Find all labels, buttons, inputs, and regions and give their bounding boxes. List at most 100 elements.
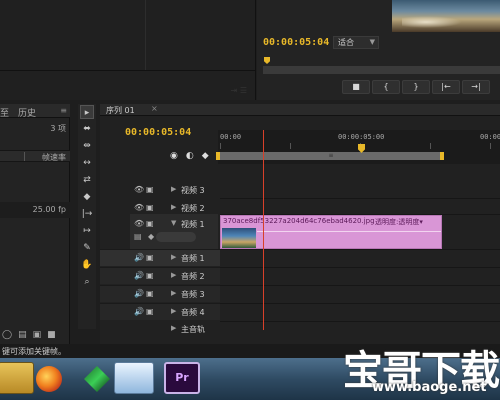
film-icon: ▣: [146, 219, 154, 228]
audio-icon: ▣: [146, 271, 154, 280]
track-audio-4[interactable]: 🔊 ▣ ▶ 音频 4: [100, 303, 220, 320]
ruler-tick: [430, 143, 431, 149]
column-frame-rate[interactable]: 帧速率: [42, 152, 66, 163]
speaker-icon[interactable]: 🔊: [134, 271, 144, 280]
rate-stretch-tool-icon[interactable]: ⇄: [80, 173, 94, 187]
add-marker-icon[interactable]: ◐: [186, 151, 194, 161]
tab-sequence-01[interactable]: 序列 01: [106, 105, 135, 116]
go-to-in-button[interactable]: |←: [432, 80, 460, 94]
hand-tool-icon[interactable]: ✋: [80, 258, 94, 272]
opacity-rubber-band[interactable]: [257, 231, 441, 232]
track-master[interactable]: ▶ 主音轨: [100, 321, 220, 338]
track-label: 主音轨: [181, 325, 205, 334]
ruler-label: 00:00: [480, 133, 500, 141]
speaker-icon[interactable]: 🔊: [134, 253, 144, 262]
panel-divider: [145, 0, 146, 70]
list-item[interactable]: 25.00 fp: [0, 202, 70, 218]
keyframe-navigator[interactable]: [156, 232, 196, 242]
tab-project[interactable]: 至: [0, 106, 9, 119]
eye-icon[interactable]: 👁: [134, 219, 144, 228]
window-app-icon[interactable]: [114, 362, 154, 394]
new-bin-icon[interactable]: ▣: [33, 330, 42, 344]
work-area-grip[interactable]: ≡: [328, 152, 334, 160]
premiere-icon[interactable]: Pr: [164, 362, 200, 394]
expand-triangle-icon[interactable]: ▶: [171, 253, 176, 261]
work-area-end-handle[interactable]: [440, 152, 444, 160]
explorer-icon[interactable]: [0, 362, 34, 394]
marker-icon[interactable]: ◆: [202, 151, 209, 161]
selection-tool-icon[interactable]: ▸: [80, 105, 94, 119]
mark-in-button[interactable]: {: [372, 80, 400, 94]
expand-triangle-icon[interactable]: ▶: [171, 289, 176, 297]
razor-tool-icon[interactable]: ◆: [80, 190, 94, 204]
new-item-icon[interactable]: ■: [47, 330, 56, 344]
ripple-edit-tool-icon[interactable]: ⇹: [80, 139, 94, 153]
column-divider[interactable]: [24, 152, 25, 161]
rolling-edit-tool-icon[interactable]: ↔: [80, 156, 94, 170]
panel-divider: [0, 70, 256, 71]
program-scrub-track[interactable]: [263, 66, 500, 74]
expand-triangle-icon[interactable]: ▶: [171, 324, 176, 332]
expand-triangle-icon[interactable]: ▶: [171, 307, 176, 315]
find-icon[interactable]: ◯: [2, 330, 12, 344]
project-tabs: 至 历史 ≡: [0, 104, 70, 119]
film-icon: ▣: [146, 203, 154, 212]
track-video-3[interactable]: 👁 ▣ ▶ 视频 3: [100, 182, 220, 199]
track-video-2[interactable]: 👁 ▣ ▶ 视频 2: [100, 200, 220, 217]
mark-out-button[interactable]: }: [402, 80, 430, 94]
zoom-tool-icon[interactable]: ⌕: [80, 275, 94, 289]
expand-triangle-icon[interactable]: ▶: [171, 271, 176, 279]
playhead-line[interactable]: [263, 130, 264, 330]
close-icon[interactable]: ×: [151, 104, 158, 113]
track-select-tool-icon[interactable]: ⬌: [80, 122, 94, 136]
speaker-icon[interactable]: 🔊: [134, 289, 144, 298]
zoom-fit-select[interactable]: 适合 ▼: [333, 36, 379, 49]
track-divider: [220, 249, 500, 250]
tab-history[interactable]: 历史: [18, 106, 36, 119]
program-timecode[interactable]: 00:00:05:04: [263, 37, 329, 48]
firefox-icon[interactable]: [36, 366, 62, 392]
collapse-triangle-icon[interactable]: ▼: [171, 219, 176, 227]
track-label: 音频 2: [181, 272, 205, 281]
program-scrubber[interactable]: [263, 56, 500, 74]
program-monitor: 00:00:05:04 适合 ▼ ■ { } |← →|: [257, 0, 500, 100]
zoom-fit-value: 适合: [338, 38, 354, 47]
snap-icon[interactable]: ◉: [170, 151, 178, 161]
track-divider: [220, 198, 500, 199]
panel-menu-icon[interactable]: ≡: [60, 106, 67, 115]
slide-tool-icon[interactable]: ↦: [80, 224, 94, 238]
go-to-out-button[interactable]: →|: [462, 80, 490, 94]
track-label: 音频 4: [181, 308, 205, 317]
track-label: 视频 2: [181, 204, 205, 213]
speaker-icon[interactable]: 🔊: [134, 307, 144, 316]
track-audio-3[interactable]: 🔊 ▣ ▶ 音频 3: [100, 285, 220, 302]
eye-icon[interactable]: 👁: [134, 203, 144, 212]
chevron-down-icon: ▼: [369, 38, 375, 46]
ruler-tick: [290, 143, 291, 149]
program-transport: ■ { } |← →|: [342, 80, 490, 94]
frame-rate-value: 25.00 fp: [32, 205, 66, 214]
work-area-start-handle[interactable]: [216, 152, 220, 160]
source-monitor-panel: ⇥ ☰: [0, 0, 256, 100]
display-style-icon[interactable]: ▤: [134, 232, 142, 241]
timeline-clip[interactable]: 370ace8df53227a204d64c76ebad4620.jpg 透明度…: [220, 215, 442, 249]
track-audio-1[interactable]: 🔊 ▣ ▶ 音频 1: [100, 249, 220, 266]
item-count: 3 项: [50, 124, 66, 133]
eye-icon[interactable]: 👁: [134, 185, 144, 194]
list-view-icon[interactable]: ▤: [18, 330, 27, 344]
track-divider: [220, 285, 500, 286]
clip-opacity-menu[interactable]: 透明度:透明度▾: [375, 217, 423, 227]
time-ruler[interactable]: 00:00 00:00:05:00 00:00 ≡: [216, 130, 500, 164]
status-text: 键可添加关键帧。: [2, 347, 66, 356]
timeline-timecode[interactable]: 00:00:05:04: [125, 127, 191, 138]
keyframe-icon[interactable]: ◆: [148, 232, 154, 241]
expand-triangle-icon[interactable]: ▶: [171, 185, 176, 193]
timeline-controls: ◉ ◐ ◆: [170, 151, 209, 161]
green-app-icon[interactable]: [84, 366, 110, 392]
expand-triangle-icon[interactable]: ▶: [171, 203, 176, 211]
stop-button[interactable]: ■: [342, 80, 370, 94]
pen-tool-icon[interactable]: ✎: [80, 241, 94, 255]
track-audio-2[interactable]: 🔊 ▣ ▶ 音频 2: [100, 267, 220, 284]
source-controls[interactable]: ⇥ ☰: [231, 86, 247, 95]
slip-tool-icon[interactable]: |→: [80, 207, 94, 221]
